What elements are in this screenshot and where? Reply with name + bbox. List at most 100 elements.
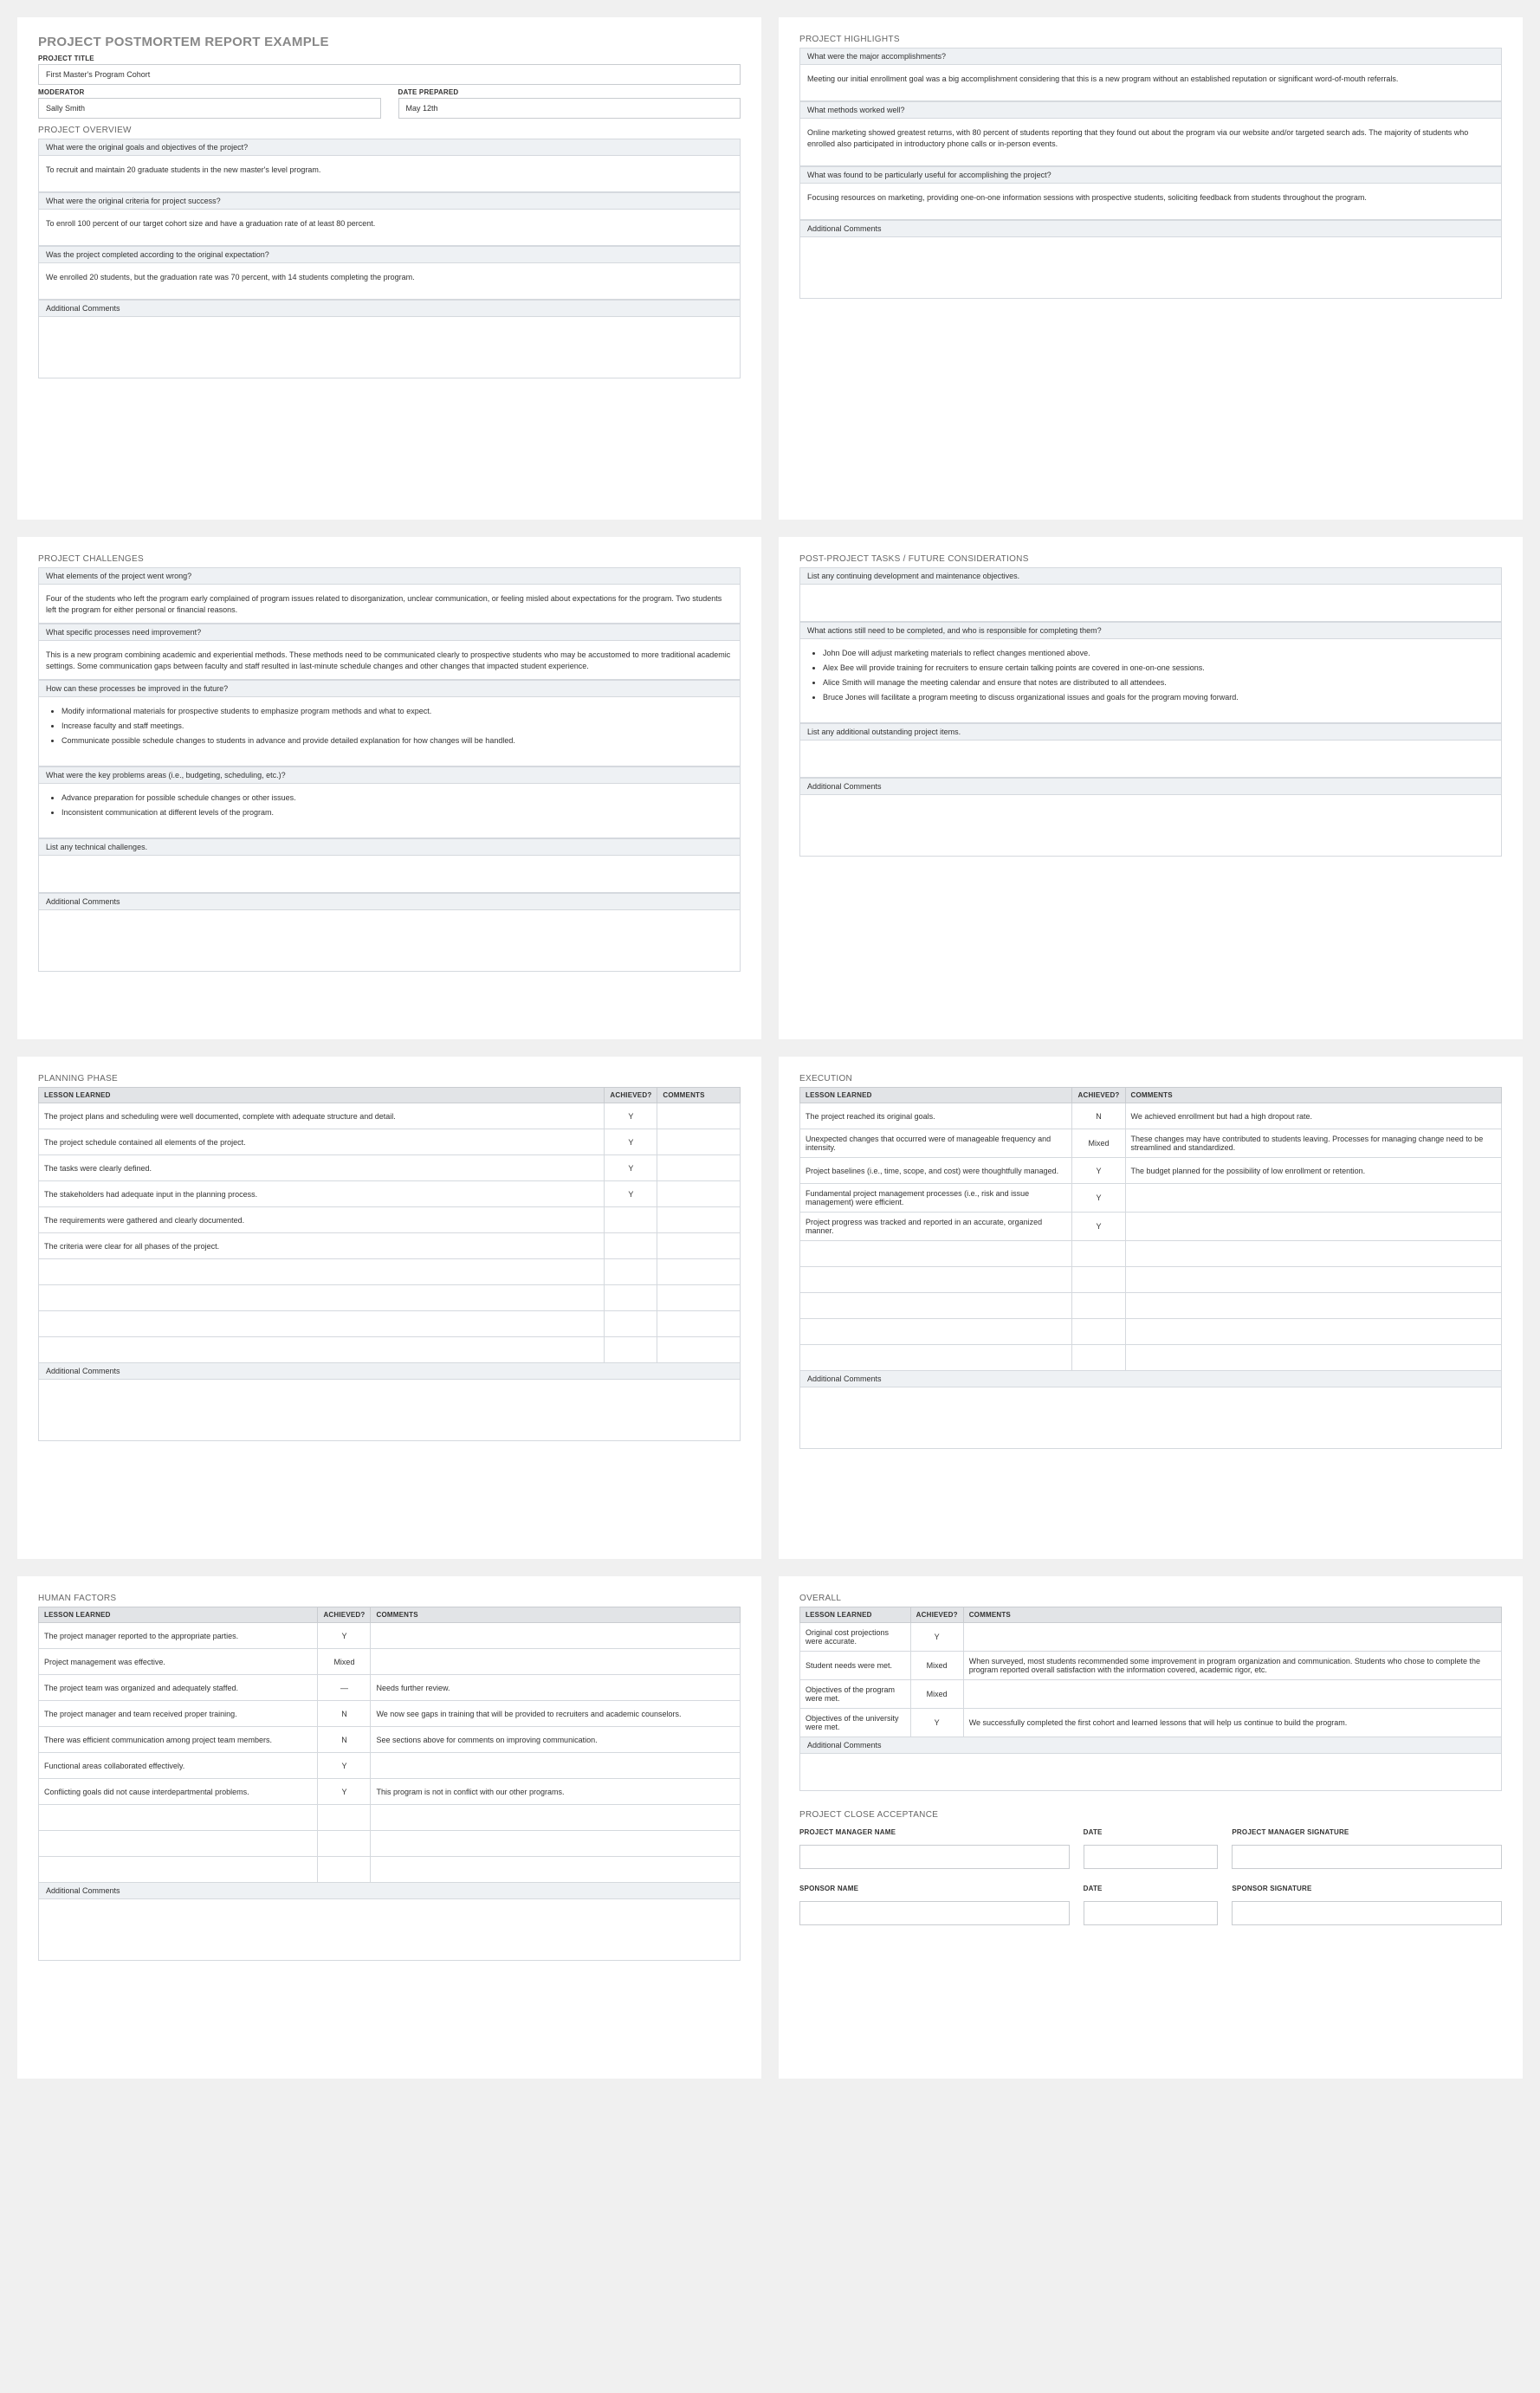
cell-lesson[interactable] [39,1805,318,1831]
input-moderator[interactable]: Sally Smith [38,98,381,119]
a-human-addl[interactable] [38,1898,741,1961]
cell-lesson[interactable] [39,1311,605,1337]
cell-achieved[interactable]: Y [605,1155,657,1181]
cell-achieved[interactable]: Y [318,1753,371,1779]
cell-comments[interactable]: We successfully completed the first coho… [963,1709,1501,1737]
cell-comments[interactable] [371,1831,741,1857]
cell-comments[interactable] [1125,1184,1501,1213]
a-postproject-2[interactable]: John Doe will adjust marketing materials… [799,638,1502,723]
input-date-1[interactable] [1084,1845,1219,1869]
cell-comments[interactable] [371,1753,741,1779]
cell-comments[interactable] [657,1311,741,1337]
cell-lesson[interactable]: The requirements were gathered and clear… [39,1207,605,1233]
a-challenges-3[interactable]: Modify informational materials for prosp… [38,696,741,766]
input-sp-sig[interactable] [1232,1901,1502,1925]
a-challenges-4[interactable]: Advance preparation for possible schedul… [38,783,741,838]
cell-comments[interactable]: We now see gaps in training that will be… [371,1701,741,1727]
cell-achieved[interactable] [318,1805,371,1831]
cell-achieved[interactable]: Mixed [1072,1129,1125,1158]
cell-achieved[interactable] [1072,1319,1125,1345]
cell-comments[interactable] [1125,1241,1501,1267]
cell-comments[interactable]: When surveyed, most students recommended… [963,1652,1501,1680]
cell-lesson[interactable] [39,1831,318,1857]
a-planning-addl[interactable] [38,1379,741,1441]
input-pm-sig[interactable] [1232,1845,1502,1869]
cell-comments[interactable] [657,1155,741,1181]
cell-lesson[interactable]: There was efficient communication among … [39,1727,318,1753]
cell-comments[interactable] [657,1181,741,1207]
cell-achieved[interactable]: Y [605,1103,657,1129]
a-highlights-addl[interactable] [799,236,1502,299]
cell-lesson[interactable] [39,1337,605,1363]
input-pm-name[interactable] [799,1845,1070,1869]
a-execution-addl[interactable] [799,1387,1502,1449]
cell-achieved[interactable] [605,1285,657,1311]
cell-comments[interactable] [1125,1319,1501,1345]
cell-comments[interactable] [657,1129,741,1155]
cell-lesson[interactable]: Fundamental project management processes… [800,1184,1072,1213]
cell-achieved[interactable]: N [318,1727,371,1753]
cell-achieved[interactable] [318,1857,371,1883]
cell-lesson[interactable]: Project baselines (i.e., time, scope, an… [800,1158,1072,1184]
a-overview-1[interactable]: To recruit and maintain 20 graduate stud… [38,155,741,192]
cell-achieved[interactable]: Y [910,1709,963,1737]
cell-comments[interactable]: These changes may have contributed to st… [1125,1129,1501,1158]
cell-achieved[interactable]: — [318,1675,371,1701]
cell-lesson[interactable]: The project manager reported to the appr… [39,1623,318,1649]
a-overall-addl[interactable] [799,1753,1502,1791]
cell-lesson[interactable]: Student needs were met. [800,1652,911,1680]
cell-achieved[interactable] [605,1233,657,1259]
a-challenges-5[interactable] [38,855,741,893]
cell-lesson[interactable] [39,1857,318,1883]
cell-lesson[interactable] [800,1345,1072,1371]
cell-comments[interactable] [657,1103,741,1129]
cell-lesson[interactable] [800,1267,1072,1293]
a-overview-addl[interactable] [38,316,741,378]
cell-achieved[interactable] [1072,1345,1125,1371]
cell-lesson[interactable]: The project schedule contained all eleme… [39,1129,605,1155]
cell-lesson[interactable]: Project management was effective. [39,1649,318,1675]
a-challenges-2[interactable]: This is a new program combining academic… [38,640,741,680]
cell-achieved[interactable] [1072,1267,1125,1293]
cell-lesson[interactable]: Objectives of the program were met. [800,1680,911,1709]
input-date[interactable]: May 12th [398,98,741,119]
cell-achieved[interactable]: Mixed [910,1652,963,1680]
a-postproject-1[interactable] [799,584,1502,622]
cell-comments[interactable] [371,1649,741,1675]
cell-achieved[interactable] [318,1831,371,1857]
input-date-2[interactable] [1084,1901,1219,1925]
cell-comments[interactable] [1125,1345,1501,1371]
cell-lesson[interactable]: Unexpected changes that occurred were of… [800,1129,1072,1158]
cell-achieved[interactable]: Mixed [318,1649,371,1675]
cell-comments[interactable] [963,1623,1501,1652]
a-highlights-1[interactable]: Meeting our initial enrollment goal was … [799,64,1502,101]
a-overview-2[interactable]: To enroll 100 percent of our target coho… [38,209,741,246]
cell-achieved[interactable] [1072,1293,1125,1319]
cell-achieved[interactable] [605,1259,657,1285]
cell-achieved[interactable] [605,1207,657,1233]
cell-comments[interactable]: Needs further review. [371,1675,741,1701]
cell-achieved[interactable]: N [1072,1103,1125,1129]
cell-comments[interactable]: This program is not in conflict with our… [371,1779,741,1805]
cell-achieved[interactable]: Y [318,1623,371,1649]
cell-achieved[interactable]: Mixed [910,1680,963,1709]
cell-comments[interactable] [1125,1213,1501,1241]
cell-comments[interactable] [371,1857,741,1883]
cell-lesson[interactable]: The project plans and scheduling were we… [39,1103,605,1129]
a-postproject-addl[interactable] [799,794,1502,857]
a-challenges-addl[interactable] [38,909,741,972]
cell-achieved[interactable] [605,1337,657,1363]
cell-comments[interactable] [371,1805,741,1831]
cell-lesson[interactable]: The project team was organized and adequ… [39,1675,318,1701]
cell-achieved[interactable]: Y [318,1779,371,1805]
cell-comments[interactable] [1125,1293,1501,1319]
cell-achieved[interactable]: Y [1072,1213,1125,1241]
a-highlights-3[interactable]: Focusing resources on marketing, providi… [799,183,1502,220]
cell-achieved[interactable] [605,1311,657,1337]
cell-comments[interactable] [657,1259,741,1285]
cell-achieved[interactable]: Y [605,1129,657,1155]
cell-comments[interactable]: We achieved enrollment but had a high dr… [1125,1103,1501,1129]
cell-lesson[interactable]: The criteria were clear for all phases o… [39,1233,605,1259]
cell-comments[interactable]: See sections above for comments on impro… [371,1727,741,1753]
cell-lesson[interactable]: Project progress was tracked and reporte… [800,1213,1072,1241]
